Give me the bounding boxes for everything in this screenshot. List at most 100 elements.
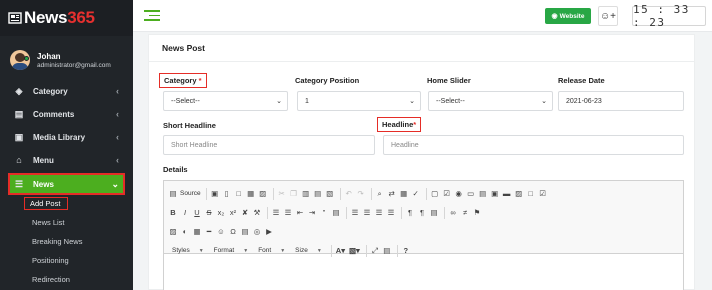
print-icon[interactable]: ▦: [246, 187, 256, 201]
paste-word-icon[interactable]: ▧: [325, 187, 335, 201]
paste-text-icon[interactable]: ▤: [313, 187, 323, 201]
subnav-redirection[interactable]: Redirection: [24, 270, 133, 289]
indent-icon[interactable]: ⇥: [307, 206, 317, 220]
strikethrough-button[interactable]: S: [204, 206, 214, 220]
special-char-icon[interactable]: Ω: [228, 225, 238, 239]
ltr-icon[interactable]: ¶: [405, 206, 415, 220]
italic-button[interactable]: I: [180, 206, 190, 220]
flash-icon[interactable]: ☑: [538, 187, 548, 201]
div-icon[interactable]: ▤: [331, 206, 341, 220]
justify-icon[interactable]: ☰: [386, 206, 396, 220]
sidebar-item-label: Comments: [33, 109, 75, 119]
subnav-news-list[interactable]: News List: [24, 213, 133, 232]
align-right-icon[interactable]: ☰: [374, 206, 384, 220]
rtl-icon[interactable]: ¶: [417, 206, 427, 220]
home-slider-select[interactable]: --Select-- ⌄: [428, 91, 553, 111]
underline-button[interactable]: U: [192, 206, 202, 220]
short-headline-input[interactable]: Short Headline: [163, 135, 375, 155]
subscript-button[interactable]: x₂: [216, 206, 226, 220]
paste-icon[interactable]: ▥: [301, 187, 311, 201]
show-blocks-icon[interactable]: ▤: [382, 244, 392, 258]
copy-icon[interactable]: ❐: [289, 187, 299, 201]
sidebar-item-news[interactable]: ☰ News ⌄: [8, 173, 125, 195]
form-icon[interactable]: ▢: [430, 187, 440, 201]
dropdown-arrow-icon: ▼: [316, 247, 322, 254]
language-icon[interactable]: ▤: [429, 206, 439, 220]
video-icon[interactable]: ▶: [264, 225, 274, 239]
headline-input[interactable]: Headline: [383, 135, 684, 155]
maximize-icon[interactable]: ⤢: [370, 244, 380, 258]
horizontal-line-icon[interactable]: ━: [204, 225, 214, 239]
release-date-input[interactable]: 2021-06-23: [558, 91, 684, 111]
spellcheck-icon[interactable]: ✓: [411, 187, 421, 201]
sidebar-item-category[interactable]: ◈ Category ‹: [0, 80, 133, 102]
bold-button[interactable]: B: [168, 206, 178, 220]
blockquote-icon[interactable]: ”: [319, 206, 329, 220]
bank-icon: ⌂: [16, 155, 22, 165]
text-field-icon[interactable]: ▭: [466, 187, 476, 201]
subnav-add-post[interactable]: Add Post: [24, 197, 68, 210]
align-center-icon[interactable]: ☰: [362, 206, 372, 220]
add-user-icon: ☺+: [599, 10, 617, 22]
editor-content-area[interactable]: [164, 254, 683, 290]
align-left-icon[interactable]: ☰: [350, 206, 360, 220]
sidebar-item-menu[interactable]: ⌂ Menu ‹: [0, 149, 133, 171]
select-all-icon[interactable]: ▦: [399, 187, 409, 201]
help-icon[interactable]: ?: [401, 244, 411, 258]
remove-format-icon[interactable]: ✘: [240, 206, 250, 220]
sidebar-item-media-library[interactable]: ▣ Media Library ‹: [0, 126, 133, 148]
textarea-icon[interactable]: ▤: [478, 187, 488, 201]
sidebar-item-label: News: [33, 179, 54, 189]
bulleted-list-icon[interactable]: ☰: [283, 206, 293, 220]
superscript-button[interactable]: x²: [228, 206, 238, 220]
image-button-icon[interactable]: ▨: [514, 187, 524, 201]
iframe-icon[interactable]: ◎: [252, 225, 262, 239]
new-page-icon[interactable]: ▯: [222, 187, 232, 201]
unlink-icon[interactable]: ≠: [460, 206, 470, 220]
outdent-icon[interactable]: ⇤: [295, 206, 305, 220]
size-dropdown[interactable]: Size ▼: [291, 244, 326, 258]
format-dropdown[interactable]: Format ▼: [210, 244, 253, 258]
subnav-breaking-news[interactable]: Breaking News: [24, 232, 133, 251]
undo-icon[interactable]: ↶: [344, 187, 354, 201]
text-color-button[interactable]: A▾: [335, 244, 346, 258]
copy-format-icon[interactable]: ⚒: [252, 206, 262, 220]
online-status-icon: [24, 56, 29, 61]
background-color-button[interactable]: ▧▾: [348, 244, 361, 258]
source-button[interactable]: Source: [180, 190, 201, 197]
button-field-icon[interactable]: ▬: [502, 187, 512, 201]
category-select[interactable]: --Select-- ⌄: [163, 91, 288, 111]
cut-icon[interactable]: ✂: [277, 187, 287, 201]
table-icon[interactable]: ▦: [192, 225, 202, 239]
find-icon[interactable]: ⌕: [375, 187, 385, 201]
image-icon[interactable]: ▨: [168, 225, 178, 239]
page-break-icon[interactable]: ▤: [240, 225, 250, 239]
subnav-positioning[interactable]: Positioning: [24, 251, 133, 270]
sidebar-item-comments[interactable]: ▤ Comments ‹: [0, 103, 133, 125]
save-icon[interactable]: ▣: [210, 187, 220, 201]
radio-icon[interactable]: ◉: [454, 187, 464, 201]
hidden-field-icon[interactable]: □: [526, 187, 536, 201]
styles-dropdown[interactable]: Styles ▼: [168, 244, 208, 258]
replace-icon[interactable]: ⇄: [387, 187, 397, 201]
preview-icon[interactable]: □: [234, 187, 244, 201]
select-field-icon[interactable]: ▣: [490, 187, 500, 201]
brand[interactable]: News365: [0, 0, 133, 36]
link-icon[interactable]: ∞: [448, 206, 458, 220]
add-user-button[interactable]: ☺+: [598, 6, 618, 26]
user-panel: Johan administrator@gmail.com: [0, 36, 133, 76]
flash-embed-icon[interactable]: ◐: [180, 225, 190, 239]
checkbox-icon[interactable]: ☑: [442, 187, 452, 201]
menu-toggle-icon[interactable]: [144, 10, 160, 24]
home-slider-label: Home Slider: [427, 76, 471, 85]
website-button[interactable]: ◉ Website: [545, 8, 591, 24]
anchor-icon[interactable]: ⚑: [472, 206, 482, 220]
category-position-select[interactable]: 1 ⌄: [297, 91, 421, 111]
numbered-list-icon[interactable]: ☰: [271, 206, 281, 220]
font-dropdown[interactable]: Font ▼: [254, 244, 289, 258]
templates-icon[interactable]: ▨: [258, 187, 268, 201]
redo-icon[interactable]: ↷: [356, 187, 366, 201]
source-icon[interactable]: ▤: [168, 187, 178, 201]
smiley-icon[interactable]: ☺: [216, 225, 226, 239]
toolbar-row: B I U S x₂ x² ✘ ⚒ ☰ ☰ ⇤ ⇥ ” ▤ ☰ ☰ ☰ ☰ ¶ …: [168, 203, 679, 222]
